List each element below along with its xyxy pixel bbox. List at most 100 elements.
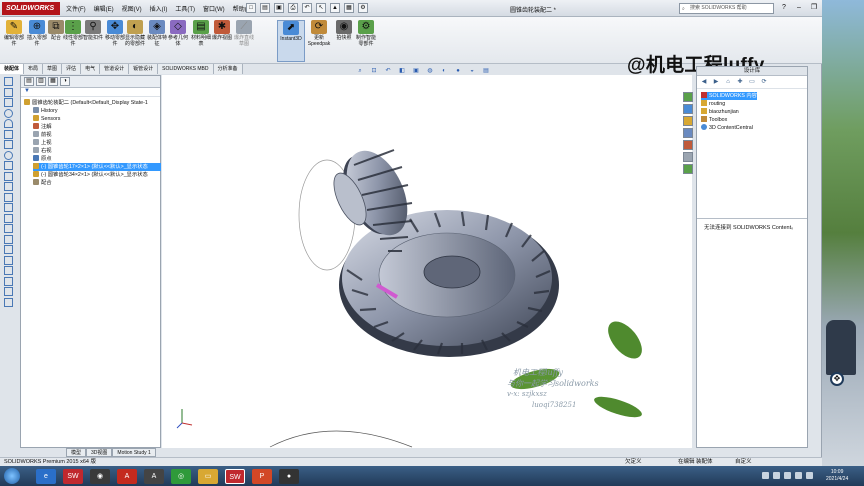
convert-icon[interactable]	[4, 213, 13, 223]
assembly-feature-button[interactable]: ◈ 装配体特征	[146, 20, 168, 47]
taskbar-app[interactable]: SW	[63, 469, 83, 484]
menu-view[interactable]: 视图(V)	[122, 4, 142, 13]
move-entities-icon[interactable]	[4, 255, 13, 265]
tab-motion-study[interactable]: Motion Study 1	[112, 448, 156, 457]
polygon-icon[interactable]	[4, 129, 13, 139]
tab-model[interactable]: 模型	[66, 448, 87, 457]
menu-window[interactable]: 窗口(W)	[203, 4, 225, 13]
circle-icon[interactable]	[4, 108, 13, 118]
menu-tools[interactable]: 工具(T)	[175, 4, 195, 13]
tree-item-origin[interactable]: 原点	[33, 155, 52, 163]
help-icon[interactable]: ?	[778, 2, 790, 13]
tab-tubing[interactable]: 钣管设计	[129, 64, 159, 74]
taskbar-app[interactable]: A	[144, 469, 164, 484]
tab-piping[interactable]: 管道设计	[100, 64, 130, 74]
quick-snap-icon[interactable]	[4, 287, 13, 296]
library-item-solidworks-content[interactable]: SOLIDWORKS 内容	[701, 92, 757, 100]
hide-show-icon[interactable]: ◐	[439, 67, 449, 75]
help-search-input[interactable]: ⌕ 搜索 SOLIDWORKS 帮助	[679, 3, 774, 14]
ime-icon[interactable]	[806, 472, 813, 479]
tree-root[interactable]: 圆锥齿轮装配二 (Default<Default_Display State-1	[24, 99, 148, 107]
status-custom[interactable]: 自定义	[735, 458, 752, 466]
display-manager-tab-icon[interactable]: ◑	[60, 77, 70, 86]
forum-icon[interactable]	[683, 164, 693, 174]
new-icon[interactable]: □	[246, 3, 256, 13]
tab-electrical[interactable]: 电气	[81, 64, 101, 74]
resources-icon[interactable]	[683, 92, 693, 102]
tree-item-front-plane[interactable]: 前视	[33, 131, 52, 139]
taskbar-app[interactable]: ◎	[171, 469, 191, 484]
filter-icon[interactable]: ▼	[21, 88, 160, 97]
pane-divider[interactable]	[697, 218, 807, 219]
property-manager-tab-icon[interactable]: ▥	[36, 77, 46, 86]
file-properties-icon[interactable]: ▦	[344, 3, 354, 13]
large-bevel-gear[interactable]	[339, 210, 559, 357]
taskbar-app[interactable]: ●	[279, 469, 299, 484]
taskbar-app[interactable]: A	[117, 469, 137, 484]
network-icon[interactable]	[784, 472, 791, 479]
tab-analysis-prep[interactable]: 分析准备	[213, 64, 243, 74]
undo-icon[interactable]: ↶	[302, 3, 312, 13]
appearances-icon[interactable]	[683, 140, 693, 150]
snapshot-button[interactable]: ◉ 拍快照	[333, 20, 355, 41]
create-folder-icon[interactable]: ▭	[748, 78, 756, 86]
tree-item-sensors[interactable]: Sensors	[33, 115, 60, 123]
rebuild-icon[interactable]: ▲	[330, 3, 340, 13]
tab-layout[interactable]: 布局	[24, 64, 44, 74]
options-icon[interactable]: ⚙	[358, 3, 368, 13]
exploded-view-button[interactable]: ✱ 爆炸视图	[211, 20, 233, 41]
relations-icon[interactable]	[4, 266, 13, 275]
start-button[interactable]	[4, 468, 20, 484]
section-view-icon[interactable]: ◧	[397, 67, 407, 75]
taskbar-app[interactable]: P	[252, 469, 272, 484]
file-explorer-icon[interactable]	[683, 116, 693, 126]
add-file-location-icon[interactable]: ✚	[736, 78, 744, 86]
pattern-icon[interactable]	[4, 245, 13, 254]
tab-3d-views[interactable]: 3D视图	[86, 448, 113, 457]
plane-icon[interactable]	[4, 171, 13, 181]
fillet-icon[interactable]	[4, 161, 13, 170]
taskbar-clock[interactable]: 10:09 2021/4/24	[826, 469, 848, 483]
scene-icon[interactable]: ◒	[467, 67, 477, 75]
zoom-to-fit-icon[interactable]: ⌕	[355, 67, 365, 75]
library-item-3d-contentcentral[interactable]: 3D ContentCentral	[701, 124, 753, 132]
tray-icon[interactable]	[762, 472, 769, 479]
rectangle-icon[interactable]	[4, 87, 13, 97]
menu-edit[interactable]: 编辑(E)	[94, 4, 114, 13]
feature-tree-tab-icon[interactable]: ▤	[24, 77, 34, 86]
move-handle-icon[interactable]: ✥	[830, 372, 844, 386]
taskbar-app[interactable]: ◉	[90, 469, 110, 484]
mirror-icon[interactable]	[4, 234, 13, 244]
reference-geometry-button[interactable]: ◇ 参考几何体	[167, 20, 189, 47]
tab-evaluate[interactable]: 评估	[62, 64, 82, 74]
move-component-button[interactable]: ✥ 移动零部件	[104, 20, 126, 47]
graphics-area[interactable]: 机电工程luffy 与你一起学习solidworks v-x: szjkxsz …	[162, 75, 692, 448]
taskbar-app[interactable]: e	[36, 469, 56, 484]
ellipse-icon[interactable]	[4, 150, 13, 160]
edit-appearance-icon[interactable]: ●	[453, 67, 463, 75]
repair-icon[interactable]	[4, 276, 13, 286]
view-settings-icon[interactable]: ▤	[481, 67, 491, 75]
explode-line-sketch-button[interactable]: ⟋ 爆炸直线草图	[233, 20, 255, 47]
menu-insert[interactable]: 插入(I)	[150, 4, 168, 13]
taskbar-app[interactable]: ▭	[198, 469, 218, 484]
slot-icon[interactable]	[4, 98, 13, 107]
linear-pattern-button[interactable]: ⋮ 线性零部件	[62, 20, 84, 47]
minimize-icon[interactable]: –	[793, 2, 805, 13]
volume-icon[interactable]	[795, 472, 802, 479]
open-icon[interactable]: ▤	[260, 3, 270, 13]
text-icon[interactable]	[4, 192, 13, 202]
arc-icon[interactable]	[4, 119, 13, 128]
menu-file[interactable]: 文件(F)	[66, 4, 86, 13]
print-icon[interactable]: ⎙	[288, 3, 298, 13]
tab-sketch[interactable]: 草图	[43, 64, 63, 74]
back-icon[interactable]: ◀	[700, 78, 708, 86]
custom-properties-icon[interactable]	[683, 152, 693, 162]
select-icon[interactable]: ↖	[316, 3, 326, 13]
tab-assembly[interactable]: 装配体	[0, 64, 25, 74]
trim-icon[interactable]	[4, 203, 13, 212]
display-style-icon[interactable]: ◍	[425, 67, 435, 75]
previous-view-icon[interactable]: ↶	[383, 67, 393, 75]
tree-item-mates[interactable]: 配合	[33, 179, 52, 187]
tab-mbd[interactable]: SOLIDWORKS MBD	[158, 64, 214, 74]
